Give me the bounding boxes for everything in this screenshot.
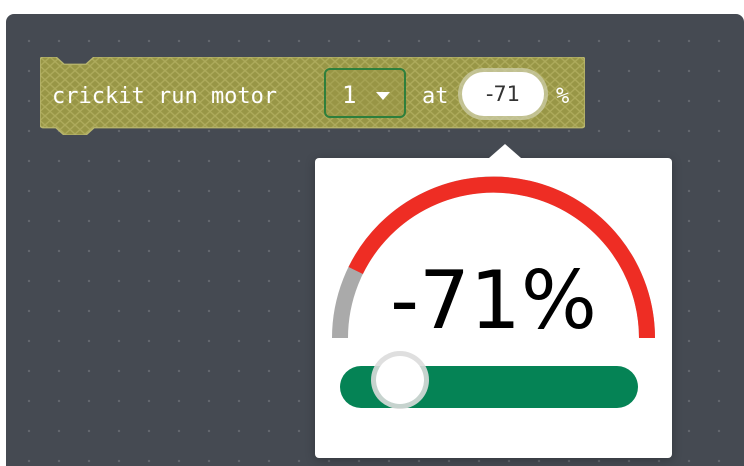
motor-number-value: 1: [342, 81, 357, 109]
caret-down-icon: [376, 92, 390, 100]
crickit-run-motor-block[interactable]: crickit run motor 1 at -71 %: [40, 57, 585, 135]
speed-picker-popup: -71%: [315, 144, 672, 458]
speed-number-input[interactable]: -71: [462, 72, 544, 116]
block-label-at: at: [422, 84, 449, 109]
speed-percent-readout: -71%: [390, 254, 597, 347]
speed-slider-thumb[interactable]: [376, 356, 424, 404]
motor-number-dropdown[interactable]: 1: [324, 68, 406, 118]
popup-pointer: [489, 144, 521, 158]
block-label-run-motor: crickit run motor: [52, 84, 278, 109]
block-label-percent: %: [556, 84, 570, 109]
